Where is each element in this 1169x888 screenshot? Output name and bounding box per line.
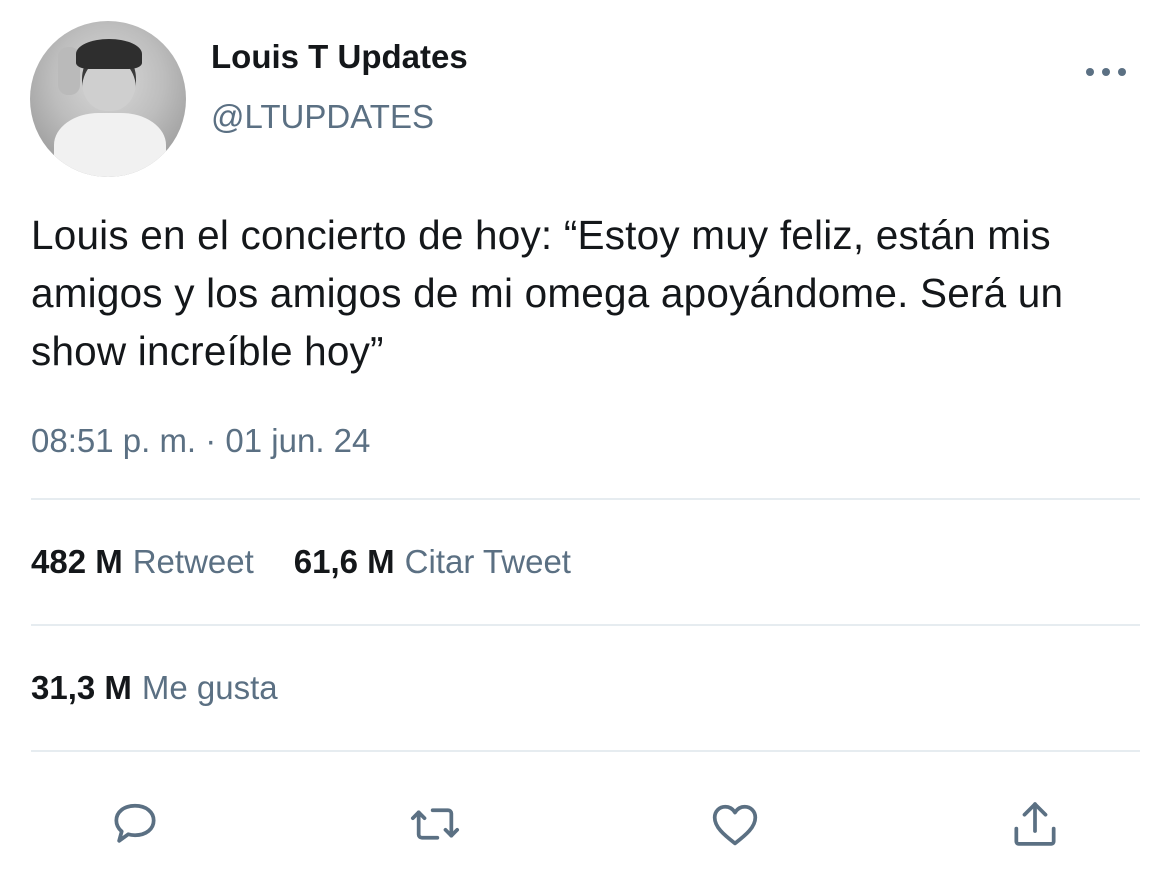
tweet-text: Louis en el concierto de hoy: “Estoy muy… — [31, 212, 1064, 374]
retweets-stat[interactable]: 482 M Retweet — [31, 543, 254, 581]
quotes-stat[interactable]: 61,6 M Citar Tweet — [294, 543, 571, 581]
retweet-button[interactable] — [405, 794, 465, 854]
dot — [1102, 68, 1110, 76]
retweets-label: Retweet — [132, 543, 254, 580]
like-button[interactable] — [705, 794, 765, 854]
tweet-timestamp[interactable]: 08:51 p. m. · 01 jun. 24 — [31, 422, 370, 460]
avatar[interactable] — [30, 21, 186, 177]
dot — [1118, 68, 1126, 76]
divider — [31, 624, 1140, 626]
likes-count: 31,3 M — [31, 669, 132, 706]
reply-bubble-icon — [114, 803, 156, 843]
reply-button[interactable] — [105, 794, 165, 854]
more-dots-icon[interactable] — [1086, 60, 1126, 84]
share-button[interactable] — [1005, 794, 1065, 854]
user-handle[interactable]: @LTUPDATES — [211, 98, 434, 136]
display-name[interactable]: Louis T Updates — [211, 38, 468, 76]
share-upload-icon — [1014, 802, 1056, 846]
avatar-hair — [76, 39, 142, 69]
likes-stats-row: 31,3 M Me gusta — [31, 669, 278, 707]
divider — [31, 750, 1140, 752]
avatar-shirt — [54, 113, 166, 177]
quotes-label: Citar Tweet — [404, 543, 571, 580]
quotes-count: 61,6 M — [293, 543, 395, 580]
retweets-count: 482 M — [31, 543, 123, 580]
dot — [1086, 68, 1094, 76]
likes-label: Me gusta — [141, 669, 278, 706]
retweet-icon — [410, 808, 460, 840]
likes-stat[interactable]: 31,3 M Me gusta — [31, 669, 278, 707]
action-bar — [0, 794, 1169, 854]
retweet-stats-row: 482 M Retweet 61,6 M Citar Tweet — [31, 543, 571, 581]
divider — [31, 498, 1140, 500]
heart-icon — [712, 804, 758, 846]
tweet-card: Louis T Updates @LTUPDATES Louis en el c… — [0, 0, 1169, 888]
